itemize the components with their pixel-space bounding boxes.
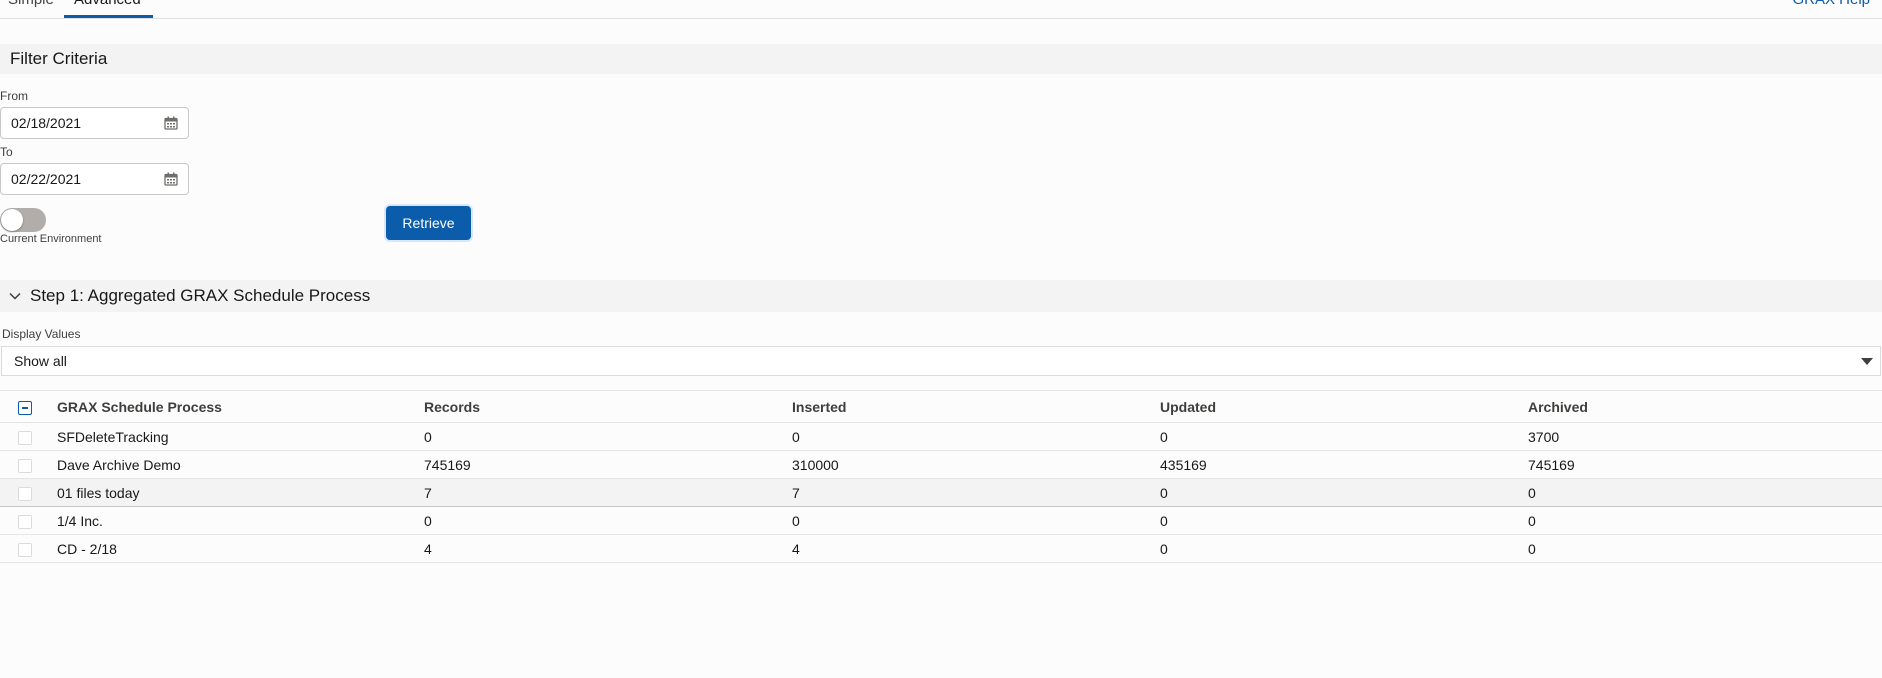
inserted-value: 0 (792, 428, 800, 445)
tab-simple[interactable]: Simple (8, 0, 54, 18)
active-tab-indicator (64, 15, 153, 18)
records-value: 0 (424, 512, 432, 529)
column-header-archived[interactable]: Archived (1528, 391, 1882, 423)
archived-value: 0 (1528, 512, 1536, 529)
updated-value: 0 (1160, 428, 1168, 445)
from-date-input[interactable]: 02/18/2021 (0, 107, 189, 139)
inserted-value: 310000 (792, 456, 839, 473)
display-values-selected: Show all (14, 353, 67, 369)
step1-section-header[interactable]: Step 1: Aggregated GRAX Schedule Process (0, 280, 1882, 312)
archived-value: 0 (1528, 484, 1536, 501)
records-value: 745169 (424, 456, 471, 473)
inserted-value: 7 (792, 484, 800, 501)
archived-value: 0 (1528, 540, 1536, 557)
tab-bar: Simple Advanced GRAX Help (0, 0, 1882, 19)
filter-criteria-title: Filter Criteria (10, 49, 108, 68)
process-name: SFDeleteTracking (57, 428, 169, 445)
current-environment-toggle[interactable] (0, 208, 46, 232)
current-environment-label: Current Environment (0, 233, 102, 245)
inserted-value: 4 (792, 540, 800, 557)
inserted-value: 0 (792, 512, 800, 529)
updated-value: 0 (1160, 512, 1168, 529)
display-values-select[interactable]: Show all (1, 346, 1881, 376)
row-checkbox[interactable] (18, 486, 32, 501)
table-row[interactable]: Dave Archive Demo 745169 310000 435169 7… (0, 451, 1882, 479)
process-name: CD - 2/18 (57, 540, 117, 557)
to-date-input[interactable]: 02/22/2021 (0, 163, 189, 195)
to-date-value: 02/22/2021 (11, 171, 82, 187)
caret-down-icon (1861, 358, 1873, 365)
grax-help-link[interactable]: GRAX Help (1792, 0, 1870, 8)
column-header-records[interactable]: Records (424, 391, 792, 423)
schedule-process-table: GRAX Schedule Process Records Inserted U… (0, 390, 1882, 563)
records-value: 0 (424, 428, 432, 445)
updated-value: 0 (1160, 484, 1168, 501)
row-checkbox[interactable] (18, 458, 32, 473)
row-checkbox[interactable] (18, 542, 32, 557)
select-all-checkbox[interactable] (18, 400, 32, 415)
row-checkbox[interactable] (18, 430, 32, 445)
toggle-knob (1, 209, 23, 231)
records-value: 4 (424, 540, 432, 557)
tab-advanced[interactable]: Advanced (64, 0, 153, 18)
calendar-icon[interactable] (164, 116, 178, 130)
row-checkbox[interactable] (18, 514, 32, 529)
retrieve-button[interactable]: Retrieve (386, 206, 471, 240)
from-label: From (0, 89, 28, 103)
archived-value: 745169 (1528, 456, 1575, 473)
from-date-value: 02/18/2021 (11, 115, 82, 131)
table-row[interactable]: 1/4 Inc. 0 0 0 0 (0, 507, 1882, 535)
process-name: Dave Archive Demo (57, 456, 181, 473)
calendar-icon[interactable] (164, 172, 178, 186)
updated-value: 0 (1160, 540, 1168, 557)
column-header-inserted[interactable]: Inserted (792, 391, 1160, 423)
updated-value: 435169 (1160, 456, 1207, 473)
table-row[interactable]: CD - 2/18 4 4 0 0 (0, 535, 1882, 563)
tab-advanced-label: Advanced (74, 0, 141, 8)
table-row[interactable]: 01 files today 7 7 0 0 (0, 478, 1882, 507)
table-row[interactable]: SFDeleteTracking 0 0 0 3700 (0, 423, 1882, 451)
chevron-down-icon[interactable] (8, 289, 22, 303)
to-label: To (0, 145, 13, 159)
process-name: 1/4 Inc. (57, 512, 103, 529)
process-name: 01 files today (57, 484, 140, 501)
select-all-cell (0, 391, 57, 423)
display-values-label: Display Values (2, 327, 81, 341)
column-header-process[interactable]: GRAX Schedule Process (57, 391, 424, 423)
archived-value: 3700 (1528, 428, 1560, 445)
filter-criteria-header: Filter Criteria (0, 44, 1882, 74)
table-header-row: GRAX Schedule Process Records Inserted U… (0, 390, 1882, 423)
column-header-updated[interactable]: Updated (1160, 391, 1528, 423)
step1-title: Step 1: Aggregated GRAX Schedule Process (30, 286, 371, 305)
records-value: 7 (424, 484, 432, 501)
